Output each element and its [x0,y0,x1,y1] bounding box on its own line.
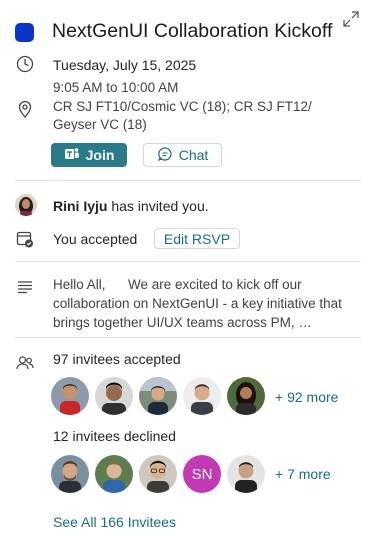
attendee-avatar[interactable] [95,377,133,415]
join-label: Join [85,147,115,163]
event-location-line1: CR SJ FT10/Cosmic VC (18); CR SJ FT12/ [53,99,312,114]
attendee-avatar[interactable] [51,377,89,415]
event-color-swatch [15,23,34,42]
event-time: 9:05 AM to 10:00 AM [53,80,179,95]
accepted-count: 97 invitees accepted [53,351,181,367]
chat-button[interactable]: Chat [143,143,222,167]
declined-count: 12 invitees declined [53,428,176,444]
divider [15,337,361,338]
event-location-line2: Geyser VC (18) [53,117,147,132]
attendee-avatar[interactable] [139,455,177,493]
chat-label: Chat [178,147,209,163]
attendee-avatar[interactable] [183,377,221,415]
organizer-name[interactable]: Rini Iyju [53,198,107,214]
organizer-line: Rini Iyju has invited you. [53,198,209,214]
people-icon [15,353,35,373]
organizer-invite-text: has invited you. [107,198,209,214]
attendee-avatar[interactable] [227,377,265,415]
rsvp-status: You accepted [53,231,138,247]
attendee-avatar[interactable] [95,455,133,493]
attendee-avatar[interactable] [51,455,89,493]
chat-bubble-icon [157,146,173,165]
text-lines-icon [15,277,35,297]
event-card: NextGenUI Collaboration Kickoff Tuesday,… [0,0,374,550]
attendee-avatar[interactable] [227,455,265,493]
divider [15,261,361,262]
see-all-invitees-link[interactable]: See All 166 Invitees [53,514,176,530]
edit-rsvp-button[interactable]: Edit RSVP [154,228,240,249]
location-pin-icon [15,99,35,119]
calendar-check-icon [15,229,35,249]
event-date: Tuesday, July 15, 2025 [53,57,197,73]
expand-icon[interactable] [341,9,361,29]
clock-icon [15,54,35,74]
attendee-avatar[interactable] [139,377,177,415]
organizer-avatar[interactable] [15,194,37,216]
accepted-more-link[interactable]: + 92 more [275,389,338,405]
event-title: NextGenUI Collaboration Kickoff [52,20,333,42]
event-description[interactable]: Hello All, We are excited to kick off ou… [53,275,363,332]
teams-icon [64,146,80,165]
declined-more-link[interactable]: + 7 more [275,466,331,482]
join-button[interactable]: Join [51,143,127,167]
divider [15,180,361,181]
attendee-initials-avatar[interactable]: SN [183,455,221,493]
